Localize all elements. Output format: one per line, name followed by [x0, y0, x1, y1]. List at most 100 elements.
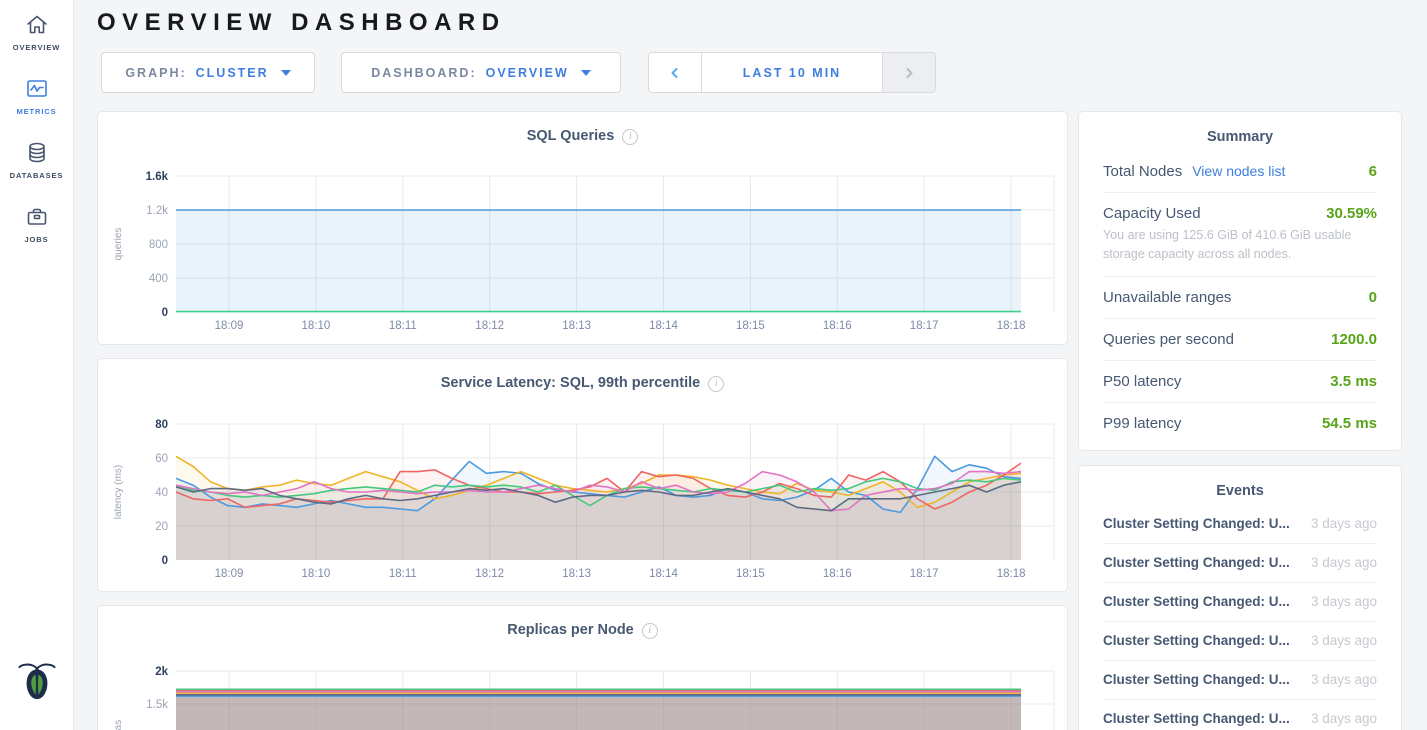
- event-time: 3 days ago: [1311, 711, 1377, 726]
- event-time: 3 days ago: [1311, 633, 1377, 648]
- service-latency-chart: 18:09 18:10 18:11 18:12 18:13 18:14 18:15 18:16…: [98, 359, 1067, 591]
- summary-title: Summary: [1103, 112, 1377, 151]
- summary-value: 6: [1369, 163, 1377, 180]
- dashboard-dropdown[interactable]: DASHBOARD: OVERVIEW: [341, 52, 621, 93]
- time-window-selector: LAST 10 MIN: [648, 52, 936, 93]
- summary-value: 3.5 ms: [1330, 373, 1377, 390]
- overview-dashboard-page: OVERVIEW METRICS DATABASES: [0, 0, 1427, 730]
- chart-card-sql-queries: SQL Queriesi 18:0918:1018:1118:1218:1318…: [97, 111, 1068, 345]
- svg-text:18:12: 18:12: [475, 320, 504, 332]
- cockroachdb-logo: [15, 657, 59, 708]
- event-row: Cluster Setting Changed: U... 3 days ago: [1103, 622, 1377, 661]
- event-row: Cluster Setting Changed: U... 3 days ago: [1103, 505, 1377, 544]
- chart-card-service-latency: Service Latency: SQL, 99th percentilei 1…: [97, 358, 1068, 592]
- sidebar-item-metrics[interactable]: METRICS: [0, 76, 73, 116]
- svg-text:18:18: 18:18: [997, 568, 1026, 580]
- svg-text:20: 20: [155, 521, 168, 533]
- event-time: 3 days ago: [1311, 594, 1377, 609]
- replicas-per-node-chart: 18:0918:1018:1118:1218:1318:1418:1518:16…: [98, 606, 1067, 730]
- chevron-down-icon: [281, 70, 291, 76]
- event-row: Cluster Setting Changed: U... 3 days ago: [1103, 583, 1377, 622]
- summary-label: Queries per second: [1103, 331, 1234, 348]
- summary-value: 1200.0: [1331, 331, 1377, 348]
- svg-text:18:13: 18:13: [562, 568, 591, 580]
- dashboard-dropdown-prefix: DASHBOARD:: [371, 66, 476, 80]
- chart-card-replicas-per-node: Replicas per Nodei 18:0918:1018:1118:121…: [97, 605, 1068, 730]
- summary-row-p99-latency: P99 latency 54.5 ms: [1103, 403, 1377, 444]
- sidebar-label-databases: DATABASES: [10, 171, 64, 180]
- svg-text:2k: 2k: [155, 666, 168, 678]
- briefcase-icon: [24, 204, 50, 230]
- svg-text:0: 0: [162, 555, 168, 567]
- event-text: Cluster Setting Changed: U...: [1103, 516, 1290, 531]
- summary-label: Unavailable ranges: [1103, 289, 1231, 306]
- right-column: Summary Total Nodes View nodes list 6 Ca…: [1078, 111, 1402, 730]
- svg-text:18:09: 18:09: [215, 320, 244, 332]
- svg-text:18:14: 18:14: [649, 320, 678, 332]
- controls-bar: GRAPH: CLUSTER DASHBOARD: OVERVIEW LAST …: [101, 52, 1427, 93]
- summary-label: P99 latency: [1103, 415, 1181, 432]
- sidebar: OVERVIEW METRICS DATABASES: [0, 0, 74, 730]
- database-icon: [24, 140, 50, 166]
- svg-text:latency (ms): latency (ms): [113, 465, 124, 519]
- time-window-prev-button[interactable]: [649, 53, 702, 92]
- charts-column: SQL Queriesi 18:0918:1018:1118:1218:1318…: [97, 111, 1068, 730]
- summary-row-unavailable-ranges: Unavailable ranges 0: [1103, 277, 1377, 319]
- main-content: OVERVIEW DASHBOARD GRAPH: CLUSTER DASHBO…: [74, 0, 1427, 730]
- svg-text:18:13: 18:13: [562, 320, 591, 332]
- svg-text:1.6k: 1.6k: [146, 171, 169, 183]
- svg-text:1.2k: 1.2k: [146, 205, 168, 217]
- svg-text:18:10: 18:10: [302, 568, 331, 580]
- time-window-next-button[interactable]: [882, 53, 935, 92]
- event-time: 3 days ago: [1311, 555, 1377, 570]
- capacity-description: You are using 125.6 GiB of 410.6 GiB usa…: [1103, 226, 1377, 264]
- graph-dropdown-prefix: GRAPH:: [125, 66, 186, 80]
- svg-text:18:17: 18:17: [910, 320, 939, 332]
- summary-label: Total Nodes: [1103, 163, 1182, 180]
- svg-text:18:10: 18:10: [302, 320, 331, 332]
- event-text: Cluster Setting Changed: U...: [1103, 594, 1290, 609]
- svg-text:60: 60: [155, 453, 168, 465]
- svg-text:18:15: 18:15: [736, 568, 765, 580]
- event-time: 3 days ago: [1311, 672, 1377, 687]
- sidebar-item-databases[interactable]: DATABASES: [0, 140, 73, 180]
- svg-text:replicas: replicas: [113, 720, 124, 730]
- svg-text:18:16: 18:16: [823, 320, 852, 332]
- view-nodes-list-link[interactable]: View nodes list: [1192, 163, 1285, 179]
- svg-text:800: 800: [149, 239, 168, 251]
- svg-text:18:11: 18:11: [389, 568, 417, 580]
- sql-queries-chart: 18:0918:1018:1118:1218:1318:1418:1518:16…: [98, 112, 1067, 344]
- metrics-icon: [24, 76, 50, 102]
- svg-text:18:17: 18:17: [910, 568, 939, 580]
- event-row: Cluster Setting Changed: U... 3 days ago: [1103, 661, 1377, 700]
- summary-label: Capacity Used: [1103, 205, 1201, 222]
- graph-dropdown[interactable]: GRAPH: CLUSTER: [101, 52, 315, 93]
- event-text: Cluster Setting Changed: U...: [1103, 633, 1290, 648]
- summary-row-capacity-used: Capacity Used 30.59% You are using 125.6…: [1103, 193, 1377, 277]
- sidebar-item-overview[interactable]: OVERVIEW: [0, 12, 73, 52]
- summary-label: P50 latency: [1103, 373, 1181, 390]
- svg-text:18:15: 18:15: [736, 320, 765, 332]
- event-row: Cluster Setting Changed: U... 3 days ago: [1103, 544, 1377, 583]
- dashboard-dropdown-value: OVERVIEW: [486, 66, 569, 80]
- sidebar-label-metrics: METRICS: [16, 107, 56, 116]
- svg-text:400: 400: [149, 273, 168, 285]
- svg-text:18:16: 18:16: [823, 568, 852, 580]
- summary-value: 30.59%: [1326, 205, 1377, 222]
- svg-text:18:14: 18:14: [649, 568, 678, 580]
- graph-dropdown-value: CLUSTER: [196, 66, 269, 80]
- page-title: OVERVIEW DASHBOARD: [97, 9, 1427, 37]
- svg-text:40: 40: [155, 487, 168, 499]
- sidebar-label-jobs: JOBS: [24, 235, 48, 244]
- svg-text:18:09: 18:09: [215, 568, 244, 580]
- event-text: Cluster Setting Changed: U...: [1103, 711, 1290, 726]
- svg-text:80: 80: [155, 419, 168, 431]
- svg-text:18:12: 18:12: [475, 568, 504, 580]
- time-window-range[interactable]: LAST 10 MIN: [702, 53, 882, 92]
- event-text: Cluster Setting Changed: U...: [1103, 672, 1290, 687]
- home-icon: [24, 12, 50, 38]
- sidebar-item-jobs[interactable]: JOBS: [0, 204, 73, 244]
- summary-row-total-nodes: Total Nodes View nodes list 6: [1103, 151, 1377, 193]
- svg-text:queries: queries: [113, 228, 124, 261]
- events-title: Events: [1103, 466, 1377, 505]
